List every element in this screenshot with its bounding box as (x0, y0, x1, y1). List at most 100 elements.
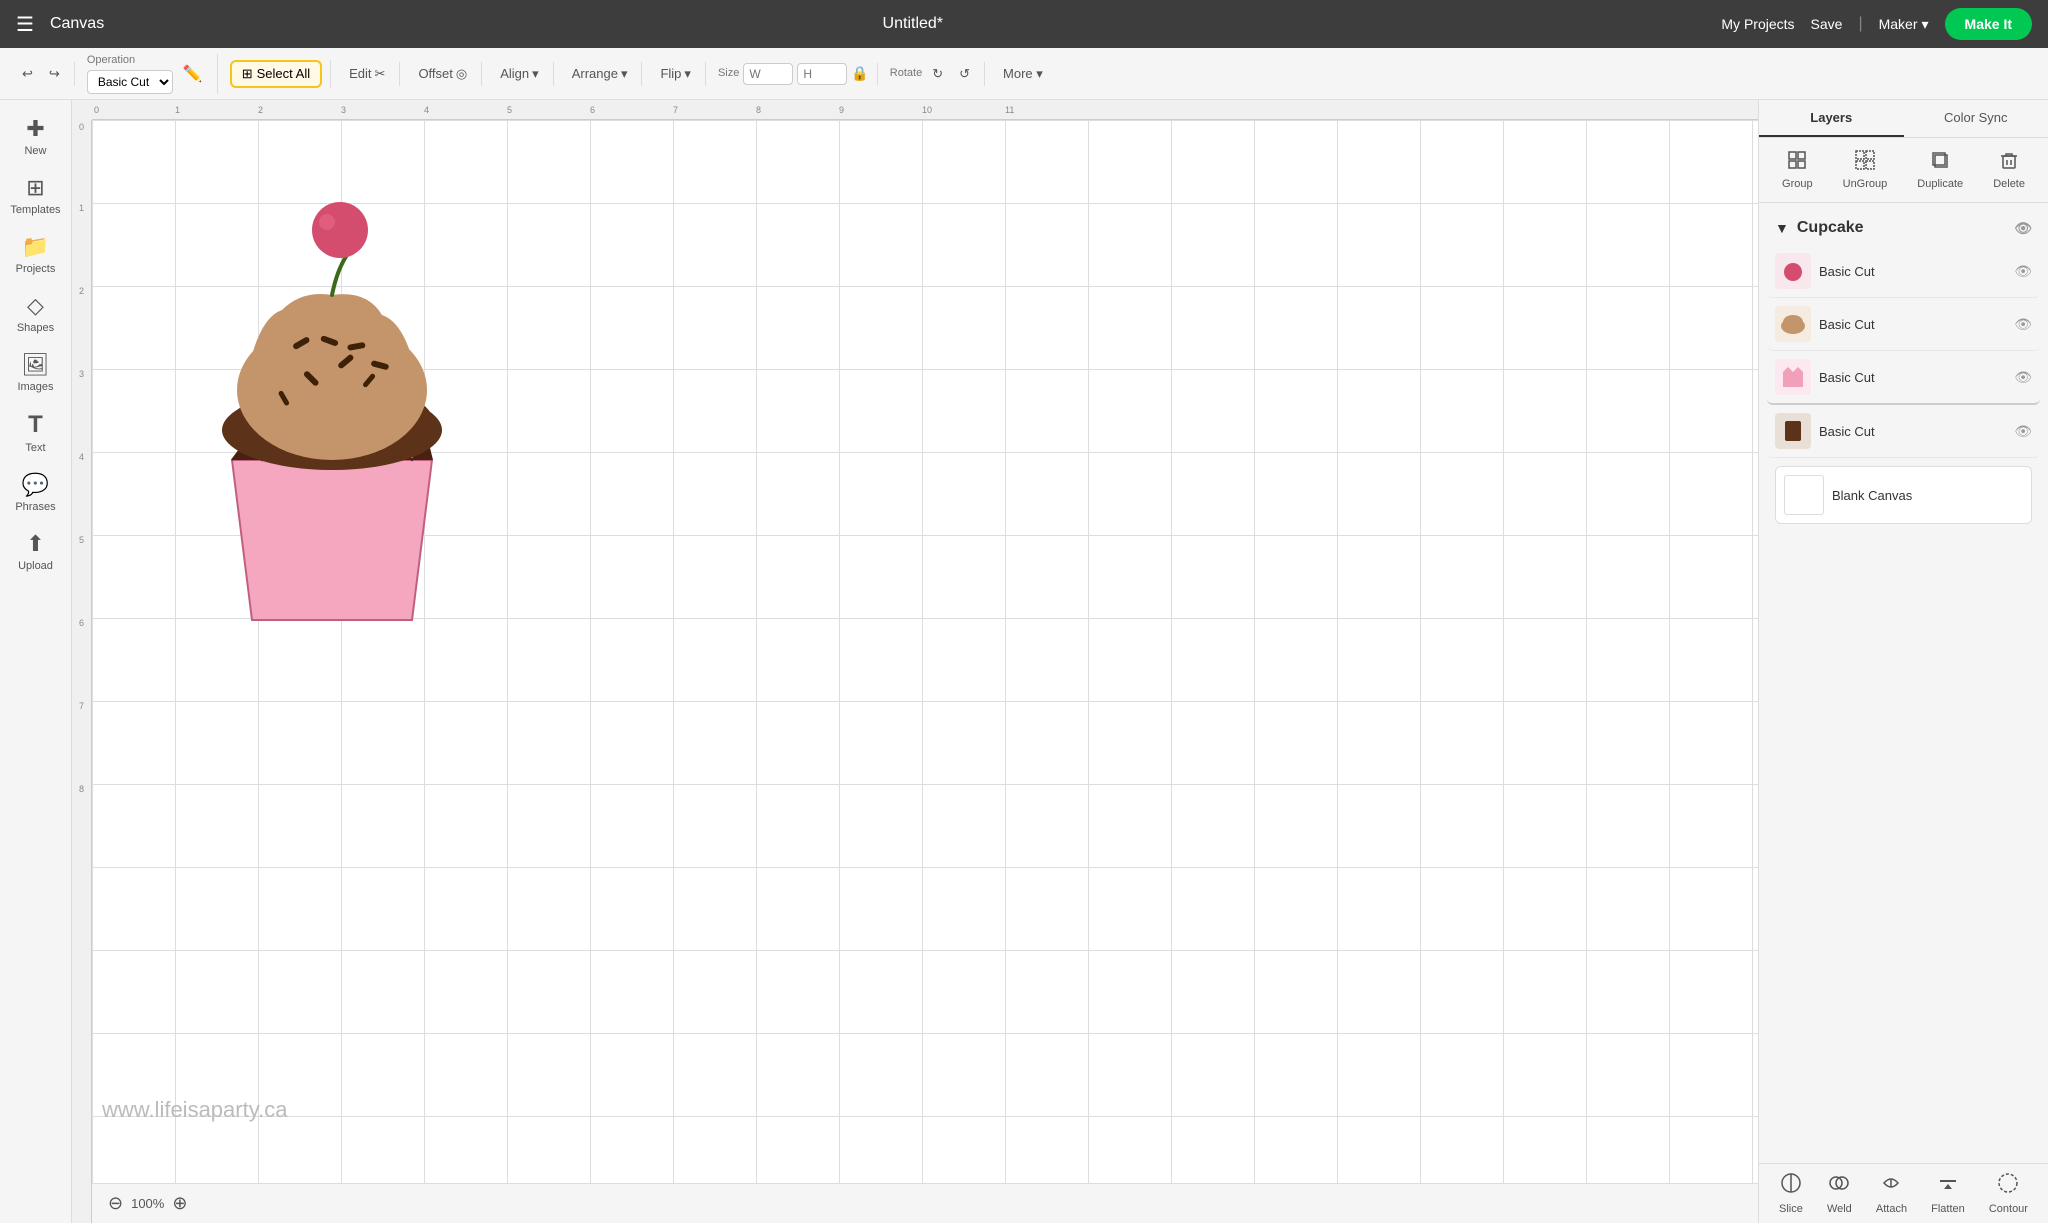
arrange-icon: ▾ (621, 66, 628, 82)
layer-item[interactable]: Basic Cut 👁 (1767, 351, 2040, 405)
document-title[interactable]: Untitled* (120, 15, 1705, 33)
select-all-group: ⊞ Select All (222, 60, 331, 88)
edit-button[interactable]: Edit ✂ (343, 62, 391, 86)
ungroup-button[interactable]: UnGroup (1835, 146, 1896, 194)
toolbar: ↩ ↪ Operation Basic Cut ✏️ ⊞ Select All … (0, 48, 2048, 100)
maker-selector[interactable]: Maker ▾ (1879, 16, 1929, 33)
weld-button[interactable]: Weld (1827, 1172, 1852, 1215)
zoom-in-button[interactable]: ⊕ (172, 1193, 187, 1214)
blank-canvas-thumbnail (1784, 475, 1824, 515)
zoom-value: 100% (131, 1196, 164, 1211)
rotate-ccw-button[interactable]: ↺ (953, 62, 976, 86)
sidebar-item-label-upload: Upload (18, 560, 53, 572)
layer-eye-icon[interactable]: 👁 (2014, 423, 2032, 440)
attach-label: Attach (1876, 1203, 1907, 1215)
duplicate-button[interactable]: Duplicate (1909, 146, 1971, 194)
layer-item[interactable]: Basic Cut 👁 (1767, 298, 2040, 351)
redo-button[interactable]: ↪ (43, 62, 66, 86)
arrange-button[interactable]: Arrange ▾ (566, 62, 634, 86)
text-icon: T (28, 411, 43, 439)
sidebar-item-label-templates: Templates (10, 204, 60, 216)
save-button[interactable]: Save (1811, 16, 1843, 32)
zoom-out-button[interactable]: ⊖ (108, 1193, 123, 1214)
canvas-area[interactable]: 0 1 2 3 4 5 6 7 8 9 10 11 0 1 2 3 4 5 6 … (72, 100, 1758, 1223)
select-all-button[interactable]: ⊞ Select All (230, 60, 322, 88)
layer-eye-icon[interactable]: 👁 (2014, 263, 2032, 280)
panel-toolbar: Group UnGroup Duplicate Delete (1759, 138, 2048, 203)
sidebar-item-label-projects: Projects (16, 263, 56, 275)
edit-pen-button[interactable]: ✏️ (177, 60, 209, 88)
group-label: Group (1782, 178, 1813, 190)
layer-eye-icon[interactable]: 👁 (2014, 316, 2032, 333)
sidebar-item-upload[interactable]: ⬆ Upload (4, 523, 68, 580)
flip-group: Flip ▾ (646, 62, 705, 86)
layer-label: Basic Cut (1819, 317, 2006, 332)
cupcake-illustration[interactable] (172, 150, 492, 630)
edit-label: Edit (349, 66, 371, 81)
group-button[interactable]: Group (1774, 146, 1821, 194)
sidebar-item-new[interactable]: ✚ New (4, 108, 68, 165)
attach-button[interactable]: Attach (1876, 1172, 1907, 1215)
slice-label: Slice (1779, 1203, 1803, 1215)
flip-icon: ▾ (684, 66, 691, 82)
blank-canvas-label: Blank Canvas (1832, 488, 1912, 503)
delete-icon (1999, 150, 2019, 175)
sidebar-item-shapes[interactable]: ◇ Shapes (4, 285, 68, 342)
sidebar-item-phrases[interactable]: 💬 Phrases (4, 464, 68, 521)
layer-eye-icon[interactable]: 👁 (2014, 369, 2032, 386)
arrange-group: Arrange ▾ (558, 62, 643, 86)
tab-layers-label: Layers (1810, 110, 1852, 125)
size-h-input[interactable] (797, 63, 847, 85)
align-group: Align ▾ (486, 62, 553, 86)
rotate-label: Rotate (890, 67, 922, 79)
select-all-label: Select All (257, 66, 310, 81)
sidebar-item-label-phrases: Phrases (15, 501, 55, 513)
more-button[interactable]: More ▾ (997, 62, 1049, 86)
sidebar-item-text[interactable]: T Text (4, 403, 68, 462)
slice-button[interactable]: Slice (1779, 1172, 1803, 1215)
offset-button[interactable]: Offset ◎ (412, 62, 473, 86)
layer-item[interactable]: Basic Cut 👁 (1767, 405, 2040, 458)
arrange-label: Arrange (572, 66, 618, 81)
size-label: Size (718, 67, 739, 79)
delete-button[interactable]: Delete (1985, 146, 2033, 194)
flip-label: Flip (660, 66, 681, 81)
layer-item[interactable]: Basic Cut 👁 (1767, 245, 2040, 298)
maker-label: Maker (1879, 16, 1918, 32)
flatten-button[interactable]: Flatten (1931, 1172, 1965, 1215)
tab-layers[interactable]: Layers (1759, 100, 1904, 137)
new-icon: ✚ (26, 116, 44, 142)
operation-group: Operation Basic Cut ✏️ (79, 54, 218, 94)
size-w-input[interactable] (743, 63, 793, 85)
align-icon: ▾ (532, 66, 539, 82)
rotate-cw-button[interactable]: ↻ (926, 62, 949, 86)
my-projects-button[interactable]: My Projects (1721, 16, 1794, 32)
blank-canvas-item[interactable]: Blank Canvas (1775, 466, 2032, 524)
align-button[interactable]: Align ▾ (494, 62, 544, 86)
operation-select[interactable]: Basic Cut (87, 70, 173, 94)
menu-icon[interactable]: ☰ (16, 12, 34, 37)
sidebar-item-templates[interactable]: ⊞ Templates (4, 167, 68, 224)
weld-icon (1828, 1172, 1850, 1200)
redo-icon: ↪ (49, 66, 60, 82)
contour-label: Contour (1989, 1203, 2028, 1215)
lock-icon[interactable]: 🔒 (851, 65, 868, 82)
undo-redo-group: ↩ ↪ (8, 62, 75, 86)
layers-eye-icon[interactable]: 👁 (2014, 220, 2032, 237)
duplicate-icon (1930, 150, 1950, 175)
zoom-bar: ⊖ 100% ⊕ (92, 1183, 1758, 1223)
topbar-right: My Projects Save | Maker ▾ Make It (1721, 8, 2032, 40)
slice-icon (1780, 1172, 1802, 1200)
flip-button[interactable]: Flip ▾ (654, 62, 696, 86)
size-group: Size 🔒 (710, 63, 878, 85)
operation-label: Operation (87, 54, 173, 66)
sidebar-item-projects[interactable]: 📁 Projects (4, 226, 68, 283)
layer-thumbnail (1775, 359, 1811, 395)
contour-button[interactable]: Contour (1989, 1172, 2028, 1215)
make-it-button[interactable]: Make It (1945, 8, 2032, 40)
sidebar-item-images[interactable]: 🖼 Images (4, 344, 68, 401)
undo-button[interactable]: ↩ (16, 62, 39, 86)
layers-chevron-icon[interactable]: ▼ (1775, 220, 1789, 236)
tab-color-sync[interactable]: Color Sync (1904, 100, 2048, 137)
canvas-grid-area[interactable]: www.lifeisaparty.ca (92, 120, 1758, 1183)
